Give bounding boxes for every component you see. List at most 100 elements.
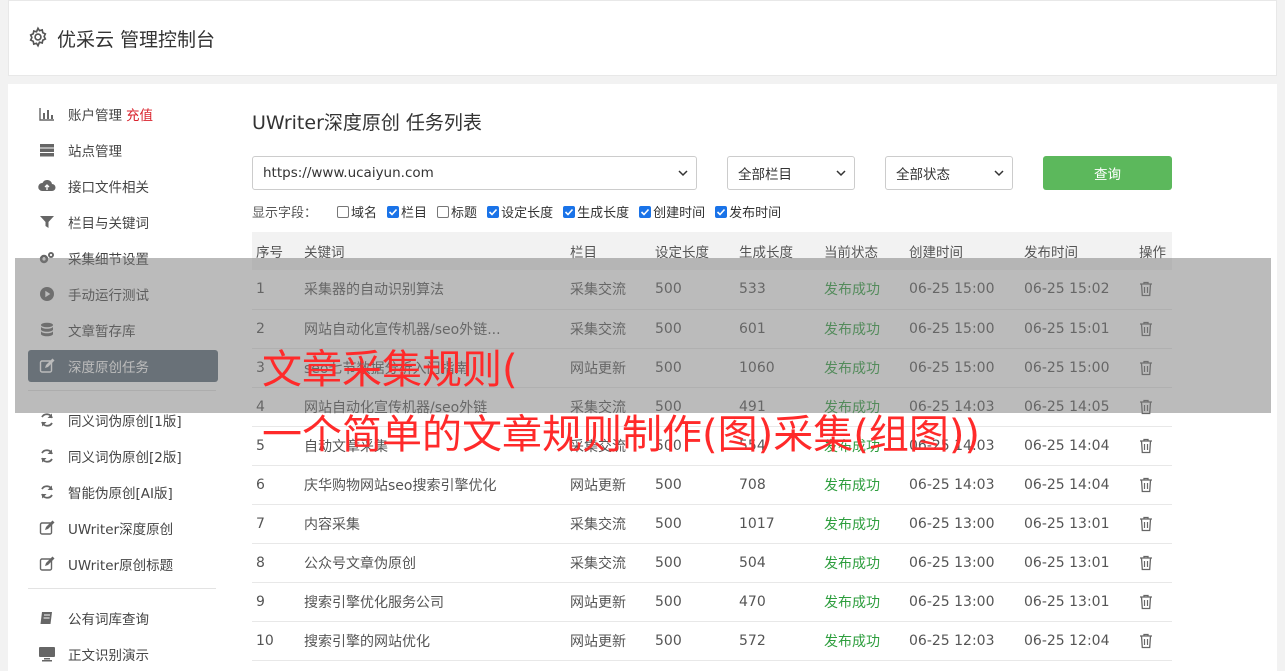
sidebar-item[interactable]: UWriter原创标题 xyxy=(28,548,218,580)
sidebar-item-label: 公有词库查询 xyxy=(68,612,149,628)
table-cell: 9 xyxy=(252,582,300,622)
status-select[interactable]: 全部状态 xyxy=(885,156,1013,190)
field-checkbox-label: 域名 xyxy=(351,206,378,221)
table-cell: 发布成功 xyxy=(820,543,905,583)
delete-button[interactable] xyxy=(1135,504,1172,544)
monitor-icon xyxy=(38,646,56,662)
site-select-value: https://www.ucaiyun.com xyxy=(263,165,434,181)
image-overlay xyxy=(15,258,1271,413)
trash-icon xyxy=(1139,555,1172,571)
chevron-down-icon xyxy=(994,170,1004,177)
refresh-icon xyxy=(38,448,56,464)
sidebar-item-label: 正文识别演示 xyxy=(68,648,149,664)
field-checkbox[interactable]: 标题 xyxy=(437,202,477,221)
table-cell: 6 xyxy=(252,465,300,505)
refresh-icon xyxy=(38,484,56,500)
field-checkbox-label: 生成长度 xyxy=(577,206,630,221)
cloud-upload-icon xyxy=(38,178,56,194)
table-cell: 发布成功 xyxy=(820,465,905,505)
sidebar-item[interactable]: 接口文件相关 xyxy=(28,170,218,202)
column-select[interactable]: 全部栏目 xyxy=(727,156,855,190)
sidebar-item-label: 栏目与关键词 xyxy=(68,216,149,232)
table-cell: 搜索引擎优化服务公司 xyxy=(300,582,566,622)
delete-button[interactable] xyxy=(1135,543,1172,583)
table-row: 7 内容采集 采集交流 500 1017 发布成功 06-25 13:00 06-25 13:… xyxy=(252,504,1172,544)
checkbox-checked-icon xyxy=(715,205,728,218)
display-fields: 显示字段： 域名 栏目 标题 设定长度 生成长度 创建时间 发布时间 xyxy=(252,202,791,221)
trash-icon xyxy=(1139,438,1172,454)
sidebar-item[interactable]: 正文识别演示 xyxy=(28,638,218,670)
filter-icon xyxy=(38,214,56,230)
delete-button[interactable] xyxy=(1135,621,1172,661)
edit-icon xyxy=(38,520,56,536)
table-row: 9 搜索引擎优化服务公司 网站更新 500 470 发布成功 06-25 13:00 06-2… xyxy=(252,582,1172,622)
table-row: 6 庆华购物网站seo搜索引擎优化 网站更新 500 708 发布成功 06-25 14:0… xyxy=(252,465,1172,505)
overlay-title-line2: 一个简单的文章规则制作(图)采集(组图)) xyxy=(262,412,981,458)
field-checkbox-label: 设定长度 xyxy=(501,206,554,221)
status-select-value: 全部状态 xyxy=(896,167,950,183)
trash-icon xyxy=(1139,594,1172,610)
sidebar-item-label: 账户管理 xyxy=(68,108,122,124)
table-cell: 内容采集 xyxy=(300,504,566,544)
field-checkbox[interactable]: 域名 xyxy=(337,202,377,221)
sidebar-item[interactable]: 公有词库查询 xyxy=(28,602,218,634)
sidebar-item-label: UWriter原创标题 xyxy=(68,558,174,574)
table-cell: 06-25 13:00 xyxy=(905,582,1020,622)
delete-button[interactable] xyxy=(1135,426,1172,466)
trash-icon xyxy=(1139,633,1172,649)
sidebar-item-label: 站点管理 xyxy=(68,144,122,160)
column-select-value: 全部栏目 xyxy=(738,167,792,183)
table-cell: 网站更新 xyxy=(566,621,651,661)
checkbox-empty-icon xyxy=(437,205,450,218)
delete-button[interactable] xyxy=(1135,465,1172,505)
field-checkbox[interactable]: 发布时间 xyxy=(715,202,781,221)
table-cell: 06-25 14:03 xyxy=(905,465,1020,505)
checkbox-checked-icon xyxy=(563,205,576,218)
app-title: 优采云 管理控制台 xyxy=(57,29,216,51)
table-cell: 06-25 14:04 xyxy=(1020,465,1135,505)
table-cell: 500 xyxy=(651,465,735,505)
field-checkbox[interactable]: 生成长度 xyxy=(563,202,629,221)
sidebar-item[interactable]: 栏目与关键词 xyxy=(28,206,218,238)
table-cell: 发布成功 xyxy=(820,582,905,622)
table-cell: 网站更新 xyxy=(566,582,651,622)
table-cell: 网站更新 xyxy=(566,465,651,505)
field-checkbox-label: 栏目 xyxy=(401,206,428,221)
bar-chart-icon xyxy=(38,106,56,122)
table-cell: 06-25 13:01 xyxy=(1020,504,1135,544)
table-cell: 采集交流 xyxy=(566,543,651,583)
field-checkbox-label: 创建时间 xyxy=(653,206,706,221)
sidebar-item[interactable]: 同义词伪原创[2版] xyxy=(28,440,218,472)
table-cell: 06-25 13:00 xyxy=(905,504,1020,544)
table-cell: 发布成功 xyxy=(820,621,905,661)
table-cell: 708 xyxy=(735,465,820,505)
sidebar-item[interactable]: 智能伪原创[AI版] xyxy=(28,476,218,508)
sidebar-item[interactable]: UWriter深度原创 xyxy=(28,512,218,544)
field-checkbox-label: 标题 xyxy=(451,206,478,221)
sidebar-item[interactable]: 账户管理 充值 xyxy=(28,98,218,130)
query-button[interactable]: 查询 xyxy=(1043,156,1172,190)
table-cell: 公众号文章伪原创 xyxy=(300,543,566,583)
table-cell: 572 xyxy=(735,621,820,661)
recharge-link[interactable]: 充值 xyxy=(126,104,153,124)
table-cell: 8 xyxy=(252,543,300,583)
overlay-title-line1: 文章采集规则( xyxy=(262,347,518,393)
checkbox-empty-icon xyxy=(337,205,350,218)
site-select[interactable]: https://www.ucaiyun.com xyxy=(252,156,697,190)
refresh-icon xyxy=(38,412,56,428)
delete-button[interactable] xyxy=(1135,582,1172,622)
checkbox-checked-icon xyxy=(387,205,400,218)
field-checkbox[interactable]: 创建时间 xyxy=(639,202,705,221)
field-checkbox[interactable]: 栏目 xyxy=(387,202,427,221)
table-row: 10 搜索引擎的网站优化 网站更新 500 572 发布成功 06-25 12:03 06-2… xyxy=(252,621,1172,661)
table-row: 8 公众号文章伪原创 采集交流 500 504 发布成功 06-25 13:00 06-25 … xyxy=(252,543,1172,583)
table-cell: 7 xyxy=(252,504,300,544)
sidebar-item[interactable]: 站点管理 xyxy=(28,134,218,166)
table-cell: 06-25 13:01 xyxy=(1020,543,1135,583)
field-checkbox[interactable]: 设定长度 xyxy=(487,202,553,221)
sidebar-item-label: 同义词伪原创[1版] xyxy=(68,414,182,430)
server-icon xyxy=(38,142,56,158)
top-header: 优采云 管理控制台 xyxy=(8,0,1277,76)
sidebar-item-label: 接口文件相关 xyxy=(68,180,149,196)
sidebar-divider xyxy=(28,588,216,589)
